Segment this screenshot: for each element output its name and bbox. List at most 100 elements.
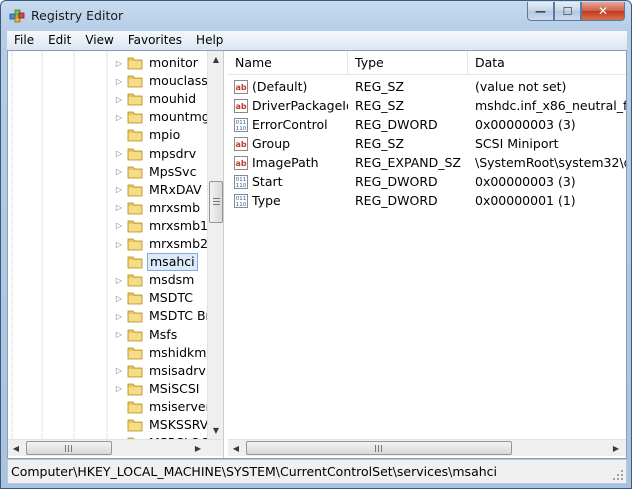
list-hscroll-thumb[interactable]: [246, 441, 512, 455]
svg-text:110: 110: [236, 202, 247, 208]
title-bar[interactable]: Registry Editor — ☐ ✕: [1, 1, 631, 31]
tree-node[interactable]: ▷ mrxsmb: [114, 199, 202, 217]
tree-node-label: MRxDAV: [149, 181, 202, 197]
column-name-header[interactable]: Name: [228, 51, 348, 75]
expand-arrow-icon[interactable]: ▷: [114, 276, 124, 285]
tree-node-label: msiserver: [149, 398, 211, 414]
tree-node[interactable]: mshidkmd: [114, 344, 216, 362]
expand-arrow-icon[interactable]: ▷: [114, 77, 124, 86]
expand-arrow-icon[interactable]: ▷: [114, 294, 124, 303]
value-row[interactable]: 011 110 Type REG_DWORD 0x00000001 (1): [228, 191, 626, 210]
tree-node[interactable]: ▷ MSDTC Bri: [114, 307, 216, 325]
minimize-button[interactable]: —: [527, 2, 554, 21]
expand-arrow-icon[interactable]: ▷: [114, 185, 124, 194]
menu-edit[interactable]: Edit: [41, 31, 78, 50]
scroll-down-arrow-icon[interactable]: ▼: [208, 422, 223, 439]
column-type-header[interactable]: Type: [348, 51, 468, 75]
menu-help[interactable]: Help: [189, 31, 230, 50]
folder-icon: [127, 329, 143, 341]
tree-vertical-scrollbar[interactable]: ▲ ▼: [207, 51, 223, 439]
value-row[interactable]: ab DriverPackageId REG_SZ mshdc.inf_x86_neu…: [228, 96, 626, 115]
tree-node[interactable]: mpio: [114, 126, 182, 144]
tree-node[interactable]: ▷ monitor: [114, 54, 200, 72]
expand-arrow-icon[interactable]: ▷: [114, 203, 124, 212]
scroll-left-arrow-icon[interactable]: ◀: [8, 440, 24, 457]
tree-node[interactable]: msiserver: [114, 398, 213, 416]
tree-node[interactable]: ▷ MRxDAV: [114, 181, 204, 199]
value-name-cell: 011 110 Start: [228, 172, 348, 191]
value-row[interactable]: ab ImagePath REG_EXPAND_SZ \SystemRoot\syst…: [228, 153, 626, 172]
column-data-header[interactable]: Data: [468, 51, 626, 75]
window-title: Registry Editor: [31, 8, 124, 23]
folder-icon: [127, 148, 143, 160]
scroll-right-arrow-icon[interactable]: ▶: [190, 440, 206, 457]
menu-file[interactable]: File: [7, 31, 41, 50]
folder-icon: [127, 274, 143, 287]
close-icon: ✕: [597, 4, 609, 18]
value-name-cell: ab DriverPackageId: [228, 96, 348, 115]
registry-editor-window: Registry Editor — ☐ ✕ File Edit View Fav…: [0, 0, 632, 489]
status-bar: Computer\HKEY_LOCAL_MACHINE\SYSTEM\Curre…: [7, 459, 627, 484]
tree-node-label: mouclass: [149, 73, 208, 89]
tree-node-label: MSiSCSI: [149, 380, 200, 396]
tree-horizontal-scrollbar[interactable]: ◀ ▶: [8, 439, 223, 457]
client-area: ▷ monitor ▷ mouclass ▷ mouhid ▷ mountmgr mpio ▷ mp…: [7, 50, 627, 459]
maximize-button[interactable]: ☐: [554, 2, 581, 21]
tree-node[interactable]: ▷ MpsSvc: [114, 163, 198, 181]
expand-arrow-icon[interactable]: ▷: [114, 113, 124, 122]
expand-arrow-icon[interactable]: ▷: [114, 95, 124, 104]
tree-node[interactable]: ▷ mrxsmb20: [114, 235, 218, 253]
string-value-icon: ab: [234, 79, 248, 94]
expand-arrow-icon[interactable]: ▷: [114, 240, 124, 249]
value-name-cell: ab Group: [228, 134, 348, 153]
tree-node[interactable]: ▷ MSDTC: [114, 289, 195, 307]
svg-text:ab: ab: [235, 83, 246, 92]
value-name: (Default): [252, 79, 308, 94]
expand-arrow-icon[interactable]: ▷: [114, 312, 124, 321]
expand-arrow-icon[interactable]: ▷: [114, 149, 124, 158]
folder-icon: [127, 365, 143, 378]
menu-favorites[interactable]: Favorites: [121, 31, 189, 50]
list-horizontal-scrollbar[interactable]: ◀ ▶: [228, 439, 626, 456]
scroll-up-arrow-icon[interactable]: ▲: [208, 51, 223, 68]
expand-arrow-icon[interactable]: ▷: [114, 366, 124, 375]
values-list[interactable]: Name Type Data ab (Default) REG_SZ (value n…: [228, 51, 626, 458]
folder-icon: [127, 111, 143, 124]
menu-view[interactable]: View: [78, 31, 120, 50]
registry-tree[interactable]: ▷ monitor ▷ mouclass ▷ mouhid ▷ mountmgr mpio ▷ mp…: [8, 51, 224, 458]
list-scroll-left-arrow-icon[interactable]: ◀: [228, 440, 244, 457]
value-row[interactable]: ab (Default) REG_SZ (value not set): [228, 77, 626, 96]
expand-arrow-icon[interactable]: ▷: [114, 384, 124, 393]
value-row[interactable]: 011 110 ErrorControl REG_DWORD 0x00000003 (3…: [228, 115, 626, 134]
expand-arrow-icon[interactable]: ▷: [114, 59, 124, 68]
tree-node-label: MSDTC: [149, 290, 193, 306]
tree-node[interactable]: ▷ mrxsmb10: [114, 217, 218, 235]
tree-node[interactable]: ▷ msisadrv: [114, 362, 208, 380]
tree-node[interactable]: ▷ msdsm: [114, 271, 196, 289]
folder-icon: [127, 310, 143, 323]
folder-icon: [127, 220, 143, 233]
tree-scroll-thumb[interactable]: [209, 181, 223, 223]
tree-node[interactable]: ▷ mouhid: [114, 90, 198, 108]
tree-node[interactable]: MSKSSRV: [114, 416, 210, 434]
value-row[interactable]: 011 110 Start REG_DWORD 0x00000003 (3): [228, 172, 626, 191]
tree-node[interactable]: ▷ Msfs: [114, 326, 179, 344]
expand-arrow-icon[interactable]: ▷: [114, 167, 124, 176]
maximize-icon: ☐: [562, 4, 573, 18]
tree-node-label: MSDTC Bri: [149, 308, 215, 324]
close-button[interactable]: ✕: [581, 2, 625, 21]
tree-node[interactable]: ▷ mountmgr: [114, 108, 217, 126]
tree-node[interactable]: ▷ MSiSCSI: [114, 380, 201, 398]
resize-grip-icon[interactable]: [612, 469, 624, 481]
tree-node[interactable]: ▷ mpsdrv: [114, 145, 198, 163]
list-scroll-right-arrow-icon[interactable]: ▶: [608, 440, 624, 457]
folder-icon: [127, 184, 143, 197]
tree-node[interactable]: ▷ mouclass: [114, 72, 210, 90]
value-name: Group: [252, 136, 291, 151]
value-row[interactable]: ab Group REG_SZ SCSI Miniport: [228, 134, 626, 153]
expand-arrow-icon[interactable]: ▷: [114, 221, 124, 230]
tree-hscroll-thumb[interactable]: [26, 441, 112, 455]
tree-node[interactable]: msahci: [114, 253, 198, 272]
expand-arrow-icon[interactable]: ▷: [114, 330, 124, 339]
value-name: DriverPackageId: [252, 98, 348, 113]
